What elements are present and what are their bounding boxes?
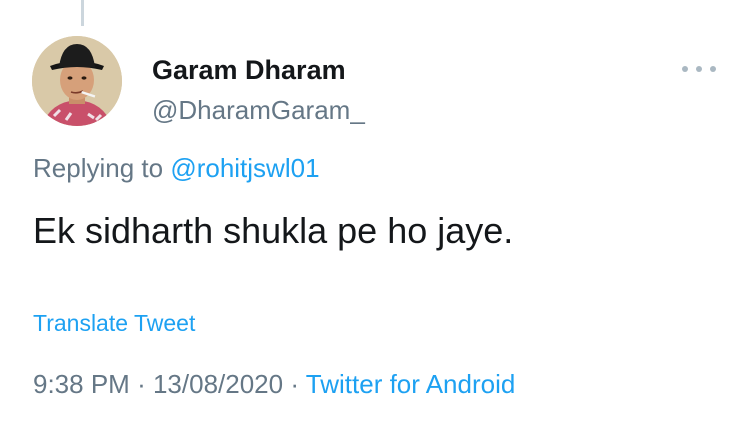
dot <box>696 66 702 72</box>
dot <box>682 66 688 72</box>
translate-tweet-link[interactable]: Translate Tweet <box>33 310 195 337</box>
dot <box>710 66 716 72</box>
avatar-photo <box>32 36 122 126</box>
avatar[interactable] <box>32 36 122 126</box>
thread-connector-line <box>81 0 84 26</box>
meta-separator: · <box>290 369 300 399</box>
replying-to-mention[interactable]: @rohitjswl01 <box>170 153 319 183</box>
tweet-meta: 9:38 PM · 13/08/2020 · Twitter for Andro… <box>33 369 515 400</box>
tweet-date[interactable]: 13/08/2020 <box>153 369 283 399</box>
tweet-time[interactable]: 9:38 PM <box>33 369 130 399</box>
tweet-source-link[interactable]: Twitter for Android <box>306 369 516 399</box>
author-handle[interactable]: @DharamGaram_ <box>152 95 365 126</box>
replying-prefix: Replying to <box>33 153 164 183</box>
tweet-text: Ek sidharth shukla pe ho jaye. <box>33 210 514 251</box>
author-name[interactable]: Garam Dharam <box>152 55 346 86</box>
more-options-icon[interactable] <box>682 56 716 82</box>
replying-to-line: Replying to @rohitjswl01 <box>33 153 320 184</box>
meta-separator: · <box>137 369 146 399</box>
